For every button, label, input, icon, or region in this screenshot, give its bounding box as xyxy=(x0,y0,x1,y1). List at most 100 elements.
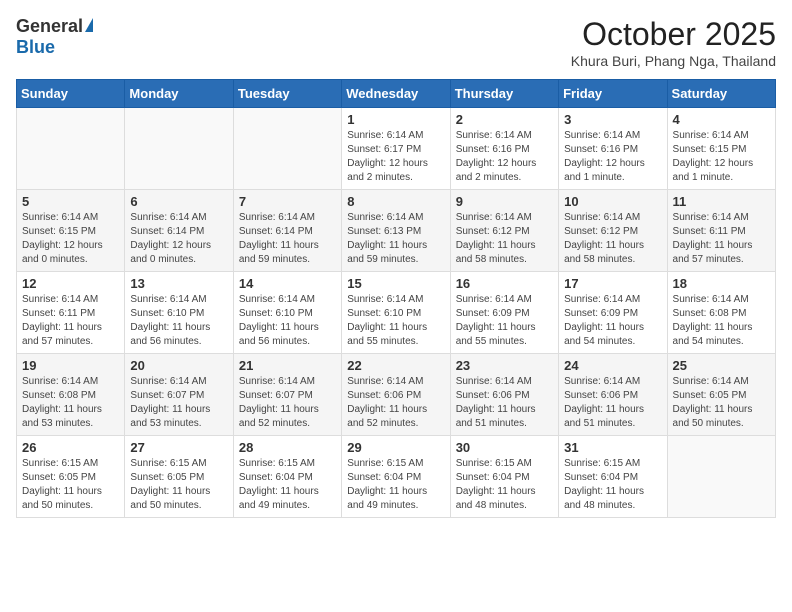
calendar-cell: 17 Sunrise: 6:14 AM Sunset: 6:09 PM Dayli… xyxy=(559,272,667,354)
day-number: 28 xyxy=(239,440,336,455)
location-title: Khura Buri, Phang Nga, Thailand xyxy=(571,53,776,69)
calendar-cell: 25 Sunrise: 6:14 AM Sunset: 6:05 PM Dayli… xyxy=(667,354,775,436)
day-number: 11 xyxy=(673,194,770,209)
day-number: 6 xyxy=(130,194,227,209)
day-number: 27 xyxy=(130,440,227,455)
calendar-cell xyxy=(667,436,775,518)
calendar-cell: 10Sunrise: 6:14 AM Sunset: 6:12 PM Dayli… xyxy=(559,190,667,272)
calendar-cell: 7 Sunrise: 6:14 AM Sunset: 6:14 PM Daylig… xyxy=(233,190,341,272)
cell-content: Sunrise: 6:14 AM Sunset: 6:09 PM Dayligh… xyxy=(564,293,661,349)
calendar-cell: 3 Sunrise: 6:14 AM Sunset: 6:16 PM Daylig… xyxy=(559,108,667,190)
calendar-week-row: 26 Sunrise: 6:15 AM Sunset: 6:05 PM Dayli… xyxy=(17,436,776,518)
day-number: 15 xyxy=(347,276,444,291)
calendar-cell: 30 Sunrise: 6:15 AM Sunset: 6:04 PM Dayli… xyxy=(450,436,558,518)
cell-content: Sunrise: 6:14 AM Sunset: 6:14 PM Dayligh… xyxy=(239,211,336,267)
day-number: 16 xyxy=(456,276,553,291)
calendar-cell: 12 Sunrise: 6:14 AM Sunset: 6:11 PM Dayli… xyxy=(17,272,125,354)
day-number: 7 xyxy=(239,194,336,209)
calendar-table: SundayMondayTuesdayWednesdayThursdayFrid… xyxy=(16,79,776,518)
day-number: 29 xyxy=(347,440,444,455)
cell-content: Sunrise: 6:15 AM Sunset: 6:04 PM Dayligh… xyxy=(239,457,336,513)
day-number: 4 xyxy=(673,112,770,127)
day-number: 26 xyxy=(22,440,119,455)
cell-content: Sunrise: 6:14 AM Sunset: 6:13 PM Dayligh… xyxy=(347,211,444,267)
cell-content: Sunrise: 6:14 AM Sunset: 6:10 PM Dayligh… xyxy=(239,293,336,349)
calendar-cell: 5Sunrise: 6:14 AM Sunset: 6:15 PM Daylig… xyxy=(17,190,125,272)
calendar-week-row: 1Sunrise: 6:14 AM Sunset: 6:17 PM Daylig… xyxy=(17,108,776,190)
day-number: 21 xyxy=(239,358,336,373)
day-number: 8 xyxy=(347,194,444,209)
calendar-cell: 11 Sunrise: 6:14 AM Sunset: 6:11 PM Dayli… xyxy=(667,190,775,272)
cell-content: Sunrise: 6:14 AM Sunset: 6:15 PM Dayligh… xyxy=(673,129,770,185)
weekday-header-thursday: Thursday xyxy=(450,80,558,108)
logo: General Blue xyxy=(16,16,93,58)
page-header: General Blue October 2025 Khura Buri, Ph… xyxy=(16,16,776,69)
day-number: 22 xyxy=(347,358,444,373)
calendar-cell: 9 Sunrise: 6:14 AM Sunset: 6:12 PM Daylig… xyxy=(450,190,558,272)
cell-content: Sunrise: 6:14 AM Sunset: 6:05 PM Dayligh… xyxy=(673,375,770,431)
cell-content: Sunrise: 6:14 AM Sunset: 6:07 PM Dayligh… xyxy=(130,375,227,431)
day-number: 17 xyxy=(564,276,661,291)
cell-content: Sunrise: 6:14 AM Sunset: 6:08 PM Dayligh… xyxy=(673,293,770,349)
day-number: 13 xyxy=(130,276,227,291)
logo-blue-text: Blue xyxy=(16,37,55,58)
calendar-cell: 31 Sunrise: 6:15 AM Sunset: 6:04 PM Dayli… xyxy=(559,436,667,518)
day-number: 3 xyxy=(564,112,661,127)
cell-content: Sunrise: 6:15 AM Sunset: 6:04 PM Dayligh… xyxy=(564,457,661,513)
weekday-header-saturday: Saturday xyxy=(667,80,775,108)
cell-content: Sunrise: 6:14 AM Sunset: 6:08 PM Dayligh… xyxy=(22,375,119,431)
cell-content: Sunrise: 6:14 AM Sunset: 6:17 PM Dayligh… xyxy=(347,129,444,185)
calendar-cell xyxy=(17,108,125,190)
calendar-week-row: 5Sunrise: 6:14 AM Sunset: 6:15 PM Daylig… xyxy=(17,190,776,272)
calendar-cell: 26 Sunrise: 6:15 AM Sunset: 6:05 PM Dayli… xyxy=(17,436,125,518)
day-number: 10 xyxy=(564,194,661,209)
calendar-cell: 8 Sunrise: 6:14 AM Sunset: 6:13 PM Daylig… xyxy=(342,190,450,272)
cell-content: Sunrise: 6:14 AM Sunset: 6:12 PM Dayligh… xyxy=(456,211,553,267)
cell-content: Sunrise: 6:14 AM Sunset: 6:11 PM Dayligh… xyxy=(22,293,119,349)
day-number: 9 xyxy=(456,194,553,209)
calendar-cell: 23 Sunrise: 6:14 AM Sunset: 6:06 PM Dayli… xyxy=(450,354,558,436)
weekday-header-row: SundayMondayTuesdayWednesdayThursdayFrid… xyxy=(17,80,776,108)
weekday-header-monday: Monday xyxy=(125,80,233,108)
calendar-cell: 24Sunrise: 6:14 AM Sunset: 6:06 PM Dayli… xyxy=(559,354,667,436)
calendar-cell: 15Sunrise: 6:14 AM Sunset: 6:10 PM Dayli… xyxy=(342,272,450,354)
calendar-cell: 16Sunrise: 6:14 AM Sunset: 6:09 PM Dayli… xyxy=(450,272,558,354)
day-number: 2 xyxy=(456,112,553,127)
calendar-cell xyxy=(233,108,341,190)
calendar-cell: 2 Sunrise: 6:14 AM Sunset: 6:16 PM Daylig… xyxy=(450,108,558,190)
calendar-cell: 28 Sunrise: 6:15 AM Sunset: 6:04 PM Dayli… xyxy=(233,436,341,518)
weekday-header-wednesday: Wednesday xyxy=(342,80,450,108)
day-number: 24 xyxy=(564,358,661,373)
calendar-cell: 6 Sunrise: 6:14 AM Sunset: 6:14 PM Daylig… xyxy=(125,190,233,272)
weekday-header-tuesday: Tuesday xyxy=(233,80,341,108)
weekday-header-sunday: Sunday xyxy=(17,80,125,108)
day-number: 25 xyxy=(673,358,770,373)
cell-content: Sunrise: 6:14 AM Sunset: 6:07 PM Dayligh… xyxy=(239,375,336,431)
cell-content: Sunrise: 6:15 AM Sunset: 6:05 PM Dayligh… xyxy=(130,457,227,513)
day-number: 23 xyxy=(456,358,553,373)
day-number: 14 xyxy=(239,276,336,291)
calendar-cell: 18Sunrise: 6:14 AM Sunset: 6:08 PM Dayli… xyxy=(667,272,775,354)
cell-content: Sunrise: 6:14 AM Sunset: 6:14 PM Dayligh… xyxy=(130,211,227,267)
cell-content: Sunrise: 6:14 AM Sunset: 6:11 PM Dayligh… xyxy=(673,211,770,267)
calendar-cell: 27 Sunrise: 6:15 AM Sunset: 6:05 PM Dayli… xyxy=(125,436,233,518)
cell-content: Sunrise: 6:15 AM Sunset: 6:04 PM Dayligh… xyxy=(347,457,444,513)
cell-content: Sunrise: 6:15 AM Sunset: 6:05 PM Dayligh… xyxy=(22,457,119,513)
day-number: 31 xyxy=(564,440,661,455)
cell-content: Sunrise: 6:14 AM Sunset: 6:16 PM Dayligh… xyxy=(564,129,661,185)
cell-content: Sunrise: 6:14 AM Sunset: 6:16 PM Dayligh… xyxy=(456,129,553,185)
cell-content: Sunrise: 6:15 AM Sunset: 6:04 PM Dayligh… xyxy=(456,457,553,513)
cell-content: Sunrise: 6:14 AM Sunset: 6:06 PM Dayligh… xyxy=(347,375,444,431)
day-number: 30 xyxy=(456,440,553,455)
calendar-week-row: 12 Sunrise: 6:14 AM Sunset: 6:11 PM Dayli… xyxy=(17,272,776,354)
day-number: 12 xyxy=(22,276,119,291)
calendar-cell: 4 Sunrise: 6:14 AM Sunset: 6:15 PM Daylig… xyxy=(667,108,775,190)
cell-content: Sunrise: 6:14 AM Sunset: 6:15 PM Dayligh… xyxy=(22,211,119,267)
cell-content: Sunrise: 6:14 AM Sunset: 6:06 PM Dayligh… xyxy=(456,375,553,431)
calendar-cell xyxy=(125,108,233,190)
month-title: October 2025 xyxy=(571,16,776,53)
calendar-cell: 29 Sunrise: 6:15 AM Sunset: 6:04 PM Dayli… xyxy=(342,436,450,518)
calendar-cell: 20 Sunrise: 6:14 AM Sunset: 6:07 PM Dayli… xyxy=(125,354,233,436)
calendar-cell: 19Sunrise: 6:14 AM Sunset: 6:08 PM Dayli… xyxy=(17,354,125,436)
day-number: 20 xyxy=(130,358,227,373)
